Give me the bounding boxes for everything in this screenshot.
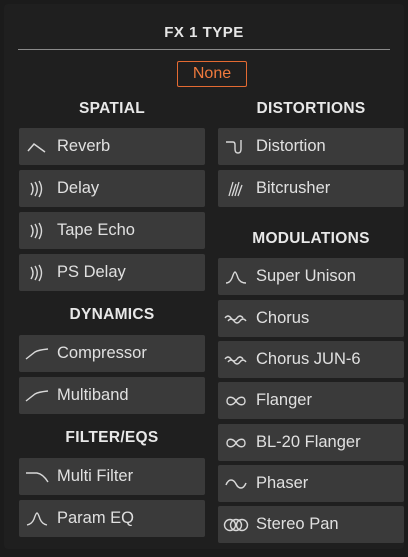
- fx-item-chorus[interactable]: Chorus: [218, 300, 404, 337]
- fx-type-panel: FX 1 TYPE None SPATIAL Reverb Delay Tape…: [4, 4, 404, 549]
- fx-item-flanger[interactable]: Flanger: [218, 382, 404, 419]
- fx-item-label: Tape Echo: [57, 221, 135, 239]
- fx-item-param-eq[interactable]: Param EQ: [19, 500, 205, 537]
- title-divider: [18, 49, 390, 50]
- fx-item-ps-delay[interactable]: PS Delay: [19, 254, 205, 291]
- panel-title: FX 1 TYPE: [164, 24, 244, 41]
- delay-icon: [21, 264, 53, 282]
- fx-item-label: Bitcrusher: [256, 179, 331, 197]
- fx-item-label: PS Delay: [57, 263, 126, 281]
- fx-item-label: BL-20 Flanger: [256, 433, 361, 451]
- fx-item-stereo-pan[interactable]: Stereo Pan: [218, 506, 404, 543]
- section-heading-modulations: MODULATIONS: [252, 230, 370, 247]
- fx-item-label: Chorus JUN-6: [256, 350, 361, 368]
- param-eq-icon: [21, 511, 53, 527]
- compressor-icon: [21, 389, 53, 403]
- flanger-icon: [220, 395, 252, 407]
- fx-item-phaser[interactable]: Phaser: [218, 465, 404, 502]
- section-heading-filter-eqs: FILTER/EQS: [65, 429, 159, 446]
- chorus-icon: [220, 313, 252, 325]
- filter-icon: [21, 470, 53, 484]
- fx-item-label: Super Unison: [256, 267, 356, 285]
- fx-item-chorus-jun-6[interactable]: Chorus JUN-6: [218, 341, 404, 378]
- fx-item-bl-20-flanger[interactable]: BL-20 Flanger: [218, 424, 404, 461]
- reverb-icon: [21, 140, 53, 154]
- fx-item-tape-echo[interactable]: Tape Echo: [19, 212, 205, 249]
- section-heading-distortions: DISTORTIONS: [256, 100, 366, 117]
- fx-item-label: Multi Filter: [57, 467, 134, 485]
- bitcrusher-icon: [220, 181, 252, 197]
- fx-item-label: Chorus: [256, 309, 310, 327]
- fx-item-label: Param EQ: [57, 509, 135, 527]
- distortion-icon: [220, 139, 252, 155]
- fx-item-super-unison[interactable]: Super Unison: [218, 258, 404, 295]
- fx-item-label: Reverb: [57, 137, 111, 155]
- unison-icon: [220, 269, 252, 285]
- fx-item-label: Compressor: [57, 344, 147, 362]
- flanger-icon: [220, 437, 252, 449]
- fx-item-distortion[interactable]: Distortion: [218, 128, 404, 165]
- chorus-icon: [220, 354, 252, 366]
- fx-item-label: Multiband: [57, 386, 129, 404]
- fx-item-label: Flanger: [256, 391, 312, 409]
- fx-item-delay[interactable]: Delay: [19, 170, 205, 207]
- fx-item-compressor[interactable]: Compressor: [19, 335, 205, 372]
- fx-item-label: Phaser: [256, 474, 309, 492]
- fx-item-bitcrusher[interactable]: Bitcrusher: [218, 170, 404, 207]
- fx-item-label: Stereo Pan: [256, 515, 339, 533]
- delay-icon: [21, 180, 53, 198]
- compressor-icon: [21, 347, 53, 361]
- fx-item-label: Distortion: [256, 137, 326, 155]
- stereo-pan-icon: [220, 518, 252, 532]
- selected-fx-none-button[interactable]: None: [177, 61, 247, 87]
- fx-item-label: Delay: [57, 179, 100, 197]
- fx-item-reverb[interactable]: Reverb: [19, 128, 205, 165]
- fx-item-multi-filter[interactable]: Multi Filter: [19, 458, 205, 495]
- phaser-icon: [220, 477, 252, 491]
- section-heading-spatial: SPATIAL: [78, 100, 146, 117]
- fx-item-multiband[interactable]: Multiband: [19, 377, 205, 414]
- section-heading-dynamics: DYNAMICS: [69, 306, 155, 323]
- delay-icon: [21, 222, 53, 240]
